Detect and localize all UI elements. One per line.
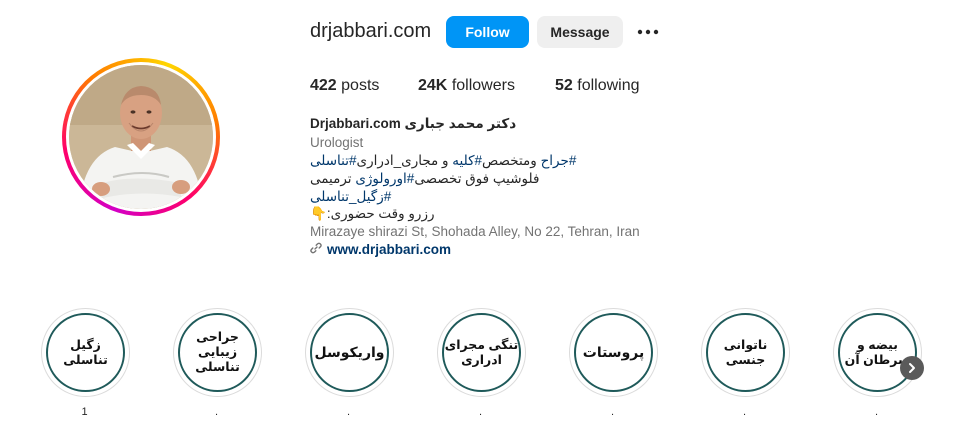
following-stat[interactable]: 52 following <box>555 77 640 95</box>
bio-name-fa: دکتر محمد جباری <box>404 116 517 131</box>
avatar-border <box>66 62 216 212</box>
highlight-caption: . <box>874 406 879 418</box>
following-label: following <box>577 77 640 94</box>
highlight-caption: . <box>478 406 483 418</box>
bio-line-2: فلوشیپ فوق تخصصی#اورولوژی ترمیمی <box>310 170 539 188</box>
bio-text: ترمیمی <box>310 171 356 186</box>
follow-button[interactable]: Follow <box>446 16 529 48</box>
profile-avatar[interactable] <box>62 58 220 216</box>
bio-category: Urologist <box>310 135 364 150</box>
next-arrow-icon[interactable] <box>900 356 924 380</box>
bio-line-4: رزرو وقت حضوری:👇 <box>310 205 434 223</box>
website-url: www.drjabbari.com <box>327 242 452 257</box>
bio-text: رزرو وقت حضوری: <box>326 206 435 221</box>
hashtag-link[interactable]: #اورولوژی <box>355 171 414 186</box>
pointing-down-emoji: 👇 <box>310 206 327 221</box>
bio-name-latin: Drjabbari.com <box>310 116 401 131</box>
story-highlight[interactable]: پروستات <box>569 308 658 397</box>
highlight-cover: تنگی مجرای ادراری <box>442 313 521 392</box>
followers-count: 24K <box>418 77 448 94</box>
highlight-caption: 1 <box>81 406 88 418</box>
more-dots-icon[interactable] <box>636 24 660 40</box>
posts-label: posts <box>341 77 380 94</box>
highlight-cover: پروستات <box>574 313 653 392</box>
posts-stat: 422 posts <box>310 77 379 95</box>
bio-text: فلوشیپ فوق تخصصی <box>414 171 540 186</box>
highlight-cover: بیضه و سرطان آن <box>838 313 917 392</box>
highlight-cover: ناتوانی جنسی <box>706 313 785 392</box>
story-highlight[interactable]: واریکوسل <box>305 308 394 397</box>
highlight-cover: زگیل تناسلی <box>46 313 125 392</box>
followers-label: followers <box>451 77 515 94</box>
highlight-caption: . <box>610 406 615 418</box>
website-link[interactable]: www.drjabbari.com <box>310 241 451 259</box>
bio-text: و مجاری_ادراری <box>356 153 453 168</box>
link-icon <box>310 241 322 259</box>
avatar-photo <box>69 65 213 209</box>
bio-line-3: #زگیل_تناسلی <box>310 188 391 206</box>
story-highlight[interactable]: زگیل تناسلی <box>41 308 130 397</box>
posts-count: 422 <box>310 77 337 94</box>
highlight-caption: . <box>742 406 747 418</box>
bio-text: ومتخصص <box>482 153 541 168</box>
story-highlight[interactable]: تنگی مجرای ادراری <box>437 308 526 397</box>
hashtag-link[interactable]: #زگیل_تناسلی <box>310 189 391 204</box>
followers-stat[interactable]: 24K followers <box>418 77 515 95</box>
highlight-caption: . <box>214 406 219 418</box>
message-button[interactable]: Message <box>537 16 623 48</box>
profile-username: drjabbari.com <box>310 20 432 42</box>
bio-address: Mirazaye shirazi St, Shohada Alley, No 2… <box>310 224 640 239</box>
following-count: 52 <box>555 77 573 94</box>
highlight-cover: جراحی زیبایی تناسلی <box>178 313 257 392</box>
hashtag-link[interactable]: #تناسلی <box>310 153 357 168</box>
bio-name: Drjabbari.com دکتر محمد جباری <box>310 115 516 133</box>
story-highlight[interactable]: ناتوانی جنسی <box>701 308 790 397</box>
highlight-caption: . <box>346 406 351 418</box>
highlight-cover: واریکوسل <box>310 313 389 392</box>
story-highlight[interactable]: بیضه و سرطان آن <box>833 308 922 397</box>
bio-line-1: #جراح ومتخصص#کلیه و مجاری_ادراری#تناسلی <box>310 152 576 170</box>
hashtag-link[interactable]: #کلیه <box>452 153 482 168</box>
hashtag-link[interactable]: #جراح <box>541 153 577 168</box>
story-highlight[interactable]: جراحی زیبایی تناسلی <box>173 308 262 397</box>
